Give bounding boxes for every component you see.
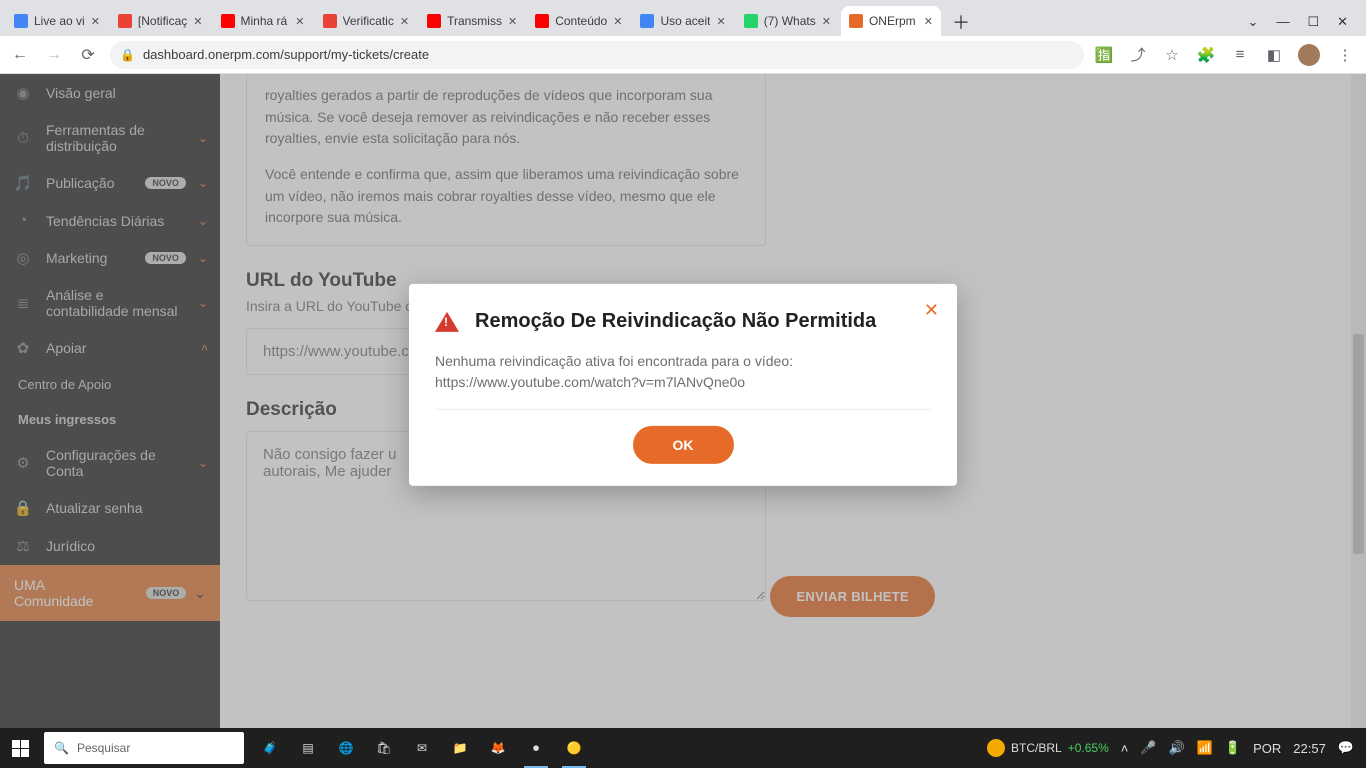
search-icon: 🔍 (54, 741, 69, 755)
tab-close-icon[interactable]: ✕ (400, 15, 409, 28)
system-tray: BTC/BRL +0.65% ˄ 🎤 🔊 📶 🔋 POR 22:57 💬 (975, 739, 1366, 757)
taskbar-app-taskview[interactable]: ▤ (290, 728, 326, 768)
tab-close-icon[interactable]: ✕ (295, 15, 304, 28)
btc-widget[interactable]: BTC/BRL +0.65% (987, 739, 1109, 757)
tab-close-icon[interactable]: ✕ (508, 15, 517, 28)
browser-tab[interactable]: Conteúdo ✕ (527, 6, 630, 36)
taskbar-app-edge[interactable]: 🌐 (328, 728, 364, 768)
tab-close-icon[interactable]: ✕ (716, 15, 725, 28)
tab-favicon (323, 14, 337, 28)
taskbar-app-obs[interactable]: ⏺ (518, 728, 554, 768)
modal-body-line1: Nenhuma reivindicação ativa foi encontra… (435, 351, 931, 372)
chrome-menu-button[interactable]: ⋮ (1334, 45, 1354, 65)
back-button[interactable]: ← (8, 43, 32, 67)
browser-tab[interactable]: ONErpm ✕ (841, 6, 941, 36)
reading-list-icon[interactable]: ≡ (1230, 45, 1250, 65)
taskbar-app-store[interactable]: 🛍 (366, 728, 402, 768)
browser-tab[interactable]: (7) Whats ✕ (736, 6, 839, 36)
tab-title: (7) Whats (764, 14, 816, 28)
toolbar-extensions: 🈯 ⤴ ☆ 🧩 ≡ ◧ ⋮ (1094, 44, 1358, 66)
extensions-icon[interactable]: 🧩 (1196, 45, 1216, 65)
modal-close-button[interactable]: ✕ (924, 300, 939, 321)
bitcoin-icon (987, 739, 1005, 757)
language-indicator[interactable]: POR (1253, 741, 1281, 756)
tab-title: Transmiss (447, 14, 502, 28)
wifi-icon[interactable]: 📶 (1197, 740, 1213, 756)
tab-close-icon[interactable]: ✕ (924, 15, 933, 28)
warning-icon (435, 311, 459, 331)
tab-title: Live ao vi (34, 14, 85, 28)
tab-favicon (427, 14, 441, 28)
modal-title: Remoção De Reivindicação Não Permitida (475, 310, 876, 333)
browser-tab[interactable]: Minha rá ✕ (213, 6, 313, 36)
tab-favicon (118, 14, 132, 28)
tab-title: Minha rá (241, 14, 290, 28)
notifications-icon[interactable]: 💬 (1338, 740, 1354, 756)
reload-button[interactable]: ⟳ (76, 43, 100, 67)
page-viewport: ◉Visão geral⏱Ferramentas de distribuição… (0, 74, 1366, 728)
modal-ok-button[interactable]: OK (633, 426, 734, 464)
tab-favicon (744, 14, 758, 28)
tab-favicon (640, 14, 654, 28)
url-text: dashboard.onerpm.com/support/my-tickets/… (143, 47, 429, 62)
taskbar-app-chrome[interactable]: 🟡 (556, 728, 592, 768)
taskbar-search[interactable]: 🔍 Pesquisar (44, 732, 244, 764)
window-controls: ⌄ ― ☐ ✕ (1236, 14, 1360, 36)
tab-favicon (535, 14, 549, 28)
browser-tab[interactable]: Live ao vi ✕ (6, 6, 108, 36)
tab-favicon (849, 14, 863, 28)
taskbar-app-misc1[interactable]: 🧳 (252, 728, 288, 768)
tab-title: Uso aceit (660, 14, 710, 28)
browser-tab[interactable]: Transmiss ✕ (419, 6, 525, 36)
lock-icon: 🔒 (120, 48, 135, 62)
tab-title: Verificatic (343, 14, 394, 28)
btc-percent: +0.65% (1068, 741, 1109, 755)
battery-icon[interactable]: 🔋 (1225, 740, 1241, 756)
tab-title: ONErpm (869, 14, 918, 28)
forward-button[interactable]: → (42, 43, 66, 67)
tab-title: Conteúdo (555, 14, 607, 28)
tab-favicon (221, 14, 235, 28)
taskbar-app-explorer[interactable]: 📁 (442, 728, 478, 768)
microphone-icon[interactable]: 🎤 (1140, 740, 1156, 756)
windows-taskbar: 🔍 Pesquisar 🧳 ▤ 🌐 🛍 ✉ 📁 🦊 ⏺ 🟡 BTC/BRL +0… (0, 728, 1366, 768)
tab-close-icon[interactable]: ✕ (91, 15, 100, 28)
tab-title: [Notificaç (138, 14, 187, 28)
browser-tab[interactable]: [Notificaç ✕ (110, 6, 211, 36)
modal-body: Nenhuma reivindicação ativa foi encontra… (435, 351, 931, 393)
browser-tabstrip: Live ao vi✕[Notificaç✕Minha rá✕Verificat… (0, 0, 1366, 36)
tray-chevron-up-icon[interactable]: ˄ (1121, 741, 1129, 756)
modal-body-line2: https://www.youtube.com/watch?v=m7lANvQn… (435, 372, 931, 393)
tab-close-icon[interactable]: ✕ (822, 15, 831, 28)
browser-tab[interactable]: Verificatic ✕ (315, 6, 418, 36)
clock[interactable]: 22:57 (1293, 741, 1326, 756)
profile-avatar[interactable] (1298, 44, 1320, 66)
chevron-down-icon[interactable]: ⌄ (1248, 14, 1259, 30)
taskbar-apps: 🧳 ▤ 🌐 🛍 ✉ 📁 🦊 ⏺ 🟡 (252, 728, 592, 768)
tab-close-icon[interactable]: ✕ (193, 15, 202, 28)
tab-close-icon[interactable]: ✕ (613, 15, 622, 28)
new-tab-button[interactable]: ＋ (947, 8, 975, 36)
search-placeholder: Pesquisar (77, 741, 130, 755)
side-panel-icon[interactable]: ◧ (1264, 45, 1284, 65)
taskbar-app-firefox[interactable]: 🦊 (480, 728, 516, 768)
btc-pair: BTC/BRL (1011, 741, 1062, 755)
maximize-button[interactable]: ☐ (1307, 14, 1319, 30)
start-button[interactable] (0, 728, 40, 768)
browser-tab[interactable]: Uso aceit ✕ (632, 6, 733, 36)
volume-icon[interactable]: 🔊 (1169, 740, 1185, 756)
browser-toolbar: ← → ⟳ 🔒 dashboard.onerpm.com/support/my-… (0, 36, 1366, 74)
share-icon[interactable]: ⤴ (1128, 45, 1148, 65)
minimize-button[interactable]: ― (1276, 14, 1289, 30)
claim-removal-modal: ✕ Remoção De Reivindicação Não Permitida… (409, 284, 957, 486)
translate-icon[interactable]: 🈯 (1094, 45, 1114, 65)
close-window-button[interactable]: ✕ (1337, 14, 1348, 30)
taskbar-app-mail[interactable]: ✉ (404, 728, 440, 768)
bookmark-icon[interactable]: ☆ (1162, 45, 1182, 65)
address-bar[interactable]: 🔒 dashboard.onerpm.com/support/my-ticket… (110, 41, 1084, 69)
tab-favicon (14, 14, 28, 28)
